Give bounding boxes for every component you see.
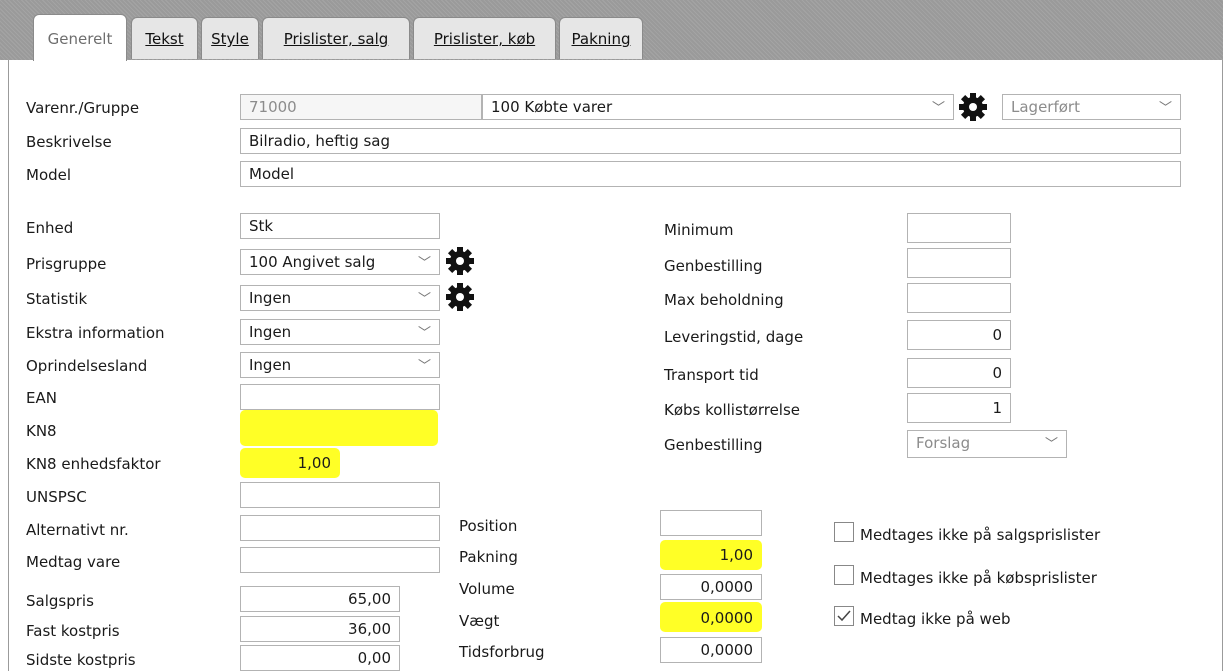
unspsc-field[interactable] <box>240 482 440 508</box>
checkbox-kobsprislister-label: Medtages ikke på købsprislister <box>860 569 1097 587</box>
ekstra-select[interactable]: Ingen ﹀ <box>240 319 440 345</box>
sidstekost-label: Sidste kostpris <box>26 651 136 669</box>
lager-value: Lagerført <box>1011 98 1080 116</box>
altnr-label: Alternativt nr. <box>26 521 129 539</box>
tab-label: Prislister, køb <box>433 30 536 48</box>
sidstekost-field[interactable]: 0,00 <box>240 645 400 671</box>
tab-label: Tekst <box>145 30 184 48</box>
lager-select[interactable]: Lagerført ﹀ <box>1002 94 1181 120</box>
chevron-down-icon: ﹀ <box>417 359 431 374</box>
checkbox-salgsprislister[interactable] <box>834 522 854 542</box>
varenr-label: Varenr./Gruppe <box>26 99 140 117</box>
ean-field[interactable] <box>240 384 440 410</box>
kn8-field[interactable] <box>240 416 440 442</box>
chevron-down-icon: ﹀ <box>417 326 431 341</box>
kn8-factor-label: KN8 enhedsfaktor <box>26 455 161 473</box>
position-field[interactable] <box>660 510 762 536</box>
tab-bar: Generelt Tekst Style Prislister, salg Pr… <box>0 0 1223 61</box>
gruppe-value: 100 Købte varer <box>491 98 613 116</box>
checkbox-web[interactable] <box>834 606 854 626</box>
model-label: Model <box>26 166 72 184</box>
position-label: Position <box>459 517 518 535</box>
tab-pakning[interactable]: Pakning <box>559 17 643 59</box>
kn8-label: KN8 <box>26 422 57 440</box>
tidsforbrug-label: Tidsforbrug <box>459 643 545 661</box>
tab-label: Pakning <box>571 30 631 48</box>
statistik-value: Ingen <box>249 289 292 307</box>
checkbox-kobsprislister[interactable] <box>834 565 854 585</box>
ekstra-value: Ingen <box>249 323 292 341</box>
genbestilling2-value: Forslag <box>916 434 971 452</box>
genbestilling-label: Genbestilling <box>664 257 763 275</box>
pakning-field[interactable]: 1,00 <box>660 542 762 568</box>
chevron-down-icon: ﹀ <box>931 101 945 116</box>
pakning-label: Pakning <box>459 548 518 566</box>
checkbox-salgsprislister-label: Medtages ikke på salgsprislister <box>860 526 1101 544</box>
prisgruppe-select[interactable]: 100 Angivet salg ﹀ <box>240 249 440 275</box>
tidsforbrug-field[interactable]: 0,0000 <box>660 637 762 663</box>
medtag-field[interactable] <box>240 547 440 573</box>
gear-icon[interactable] <box>444 245 476 277</box>
chevron-down-icon: ﹀ <box>417 292 431 307</box>
minimum-field[interactable] <box>907 213 1011 243</box>
tab-label: Generelt <box>47 30 113 48</box>
kn8-factor-field[interactable]: 1,00 <box>240 450 340 476</box>
beskrivelse-label: Beskrivelse <box>26 133 112 151</box>
kolli-field[interactable]: 1 <box>907 393 1011 423</box>
unspsc-label: UNSPSC <box>26 488 87 506</box>
gear-icon[interactable] <box>444 281 476 313</box>
checkbox-web-label: Medtag ikke på web <box>860 610 1011 628</box>
medtag-label: Medtag vare <box>26 553 121 571</box>
beskrivelse-field[interactable]: Bilradio, heftig sag <box>240 128 1181 154</box>
fastkost-label: Fast kostpris <box>26 622 120 640</box>
tab-label: Prislister, salg <box>283 30 389 48</box>
gruppe-select[interactable]: 100 Købte varer ﹀ <box>482 94 954 120</box>
volume-field[interactable]: 0,0000 <box>660 574 762 600</box>
kolli-label: Købs kollistørrelse <box>664 401 801 419</box>
oprindelse-value: Ingen <box>249 356 292 374</box>
oprindelse-select[interactable]: Ingen ﹀ <box>240 352 440 378</box>
chevron-down-icon: ﹀ <box>417 256 431 271</box>
prisgruppe-label: Prisgruppe <box>26 255 107 273</box>
salgspris-field[interactable]: 65,00 <box>240 586 400 612</box>
ean-label: EAN <box>26 389 57 407</box>
max-field[interactable] <box>907 283 1011 313</box>
statistik-label: Statistik <box>26 290 88 308</box>
leveringstid-field[interactable]: 0 <box>907 320 1011 350</box>
tab-label: Style <box>211 30 249 48</box>
statistik-select[interactable]: Ingen ﹀ <box>240 285 440 311</box>
varenr-field[interactable]: 71000 <box>240 94 482 120</box>
fastkost-field[interactable]: 36,00 <box>240 616 400 642</box>
prisgruppe-value: 100 Angivet salg <box>249 253 376 271</box>
chevron-down-icon: ﹀ <box>1044 437 1058 452</box>
model-field[interactable]: Model <box>240 161 1181 187</box>
tab-prislister-salg[interactable]: Prislister, salg <box>262 17 410 59</box>
tab-style[interactable]: Style <box>201 17 259 59</box>
vaegt-label: Vægt <box>459 612 500 630</box>
vaegt-field[interactable]: 0,0000 <box>660 605 762 631</box>
volume-label: Volume <box>459 580 515 598</box>
tab-tekst[interactable]: Tekst <box>131 17 198 59</box>
transport-field[interactable]: 0 <box>907 358 1011 388</box>
oprindelse-label: Oprindelsesland <box>26 357 148 375</box>
genbestilling2-label: Genbestilling <box>664 436 763 454</box>
genbestilling-field[interactable] <box>907 248 1011 278</box>
max-label: Max beholdning <box>664 291 784 309</box>
chevron-down-icon: ﹀ <box>1158 101 1172 116</box>
transport-label: Transport tid <box>664 366 759 384</box>
ekstra-label: Ekstra information <box>26 324 165 342</box>
gear-icon[interactable] <box>957 91 989 123</box>
altnr-field[interactable] <box>240 515 440 541</box>
salgspris-label: Salgspris <box>26 592 94 610</box>
enhed-label: Enhed <box>26 219 74 237</box>
leveringstid-label: Leveringstid, dage <box>664 328 804 346</box>
minimum-label: Minimum <box>664 221 734 239</box>
tab-generelt[interactable]: Generelt <box>33 14 127 61</box>
genbestilling2-select[interactable]: Forslag ﹀ <box>907 430 1067 458</box>
checkmark-icon <box>837 610 851 622</box>
tab-prislister-kob[interactable]: Prislister, køb <box>413 17 556 59</box>
enhed-field[interactable]: Stk <box>240 213 440 239</box>
